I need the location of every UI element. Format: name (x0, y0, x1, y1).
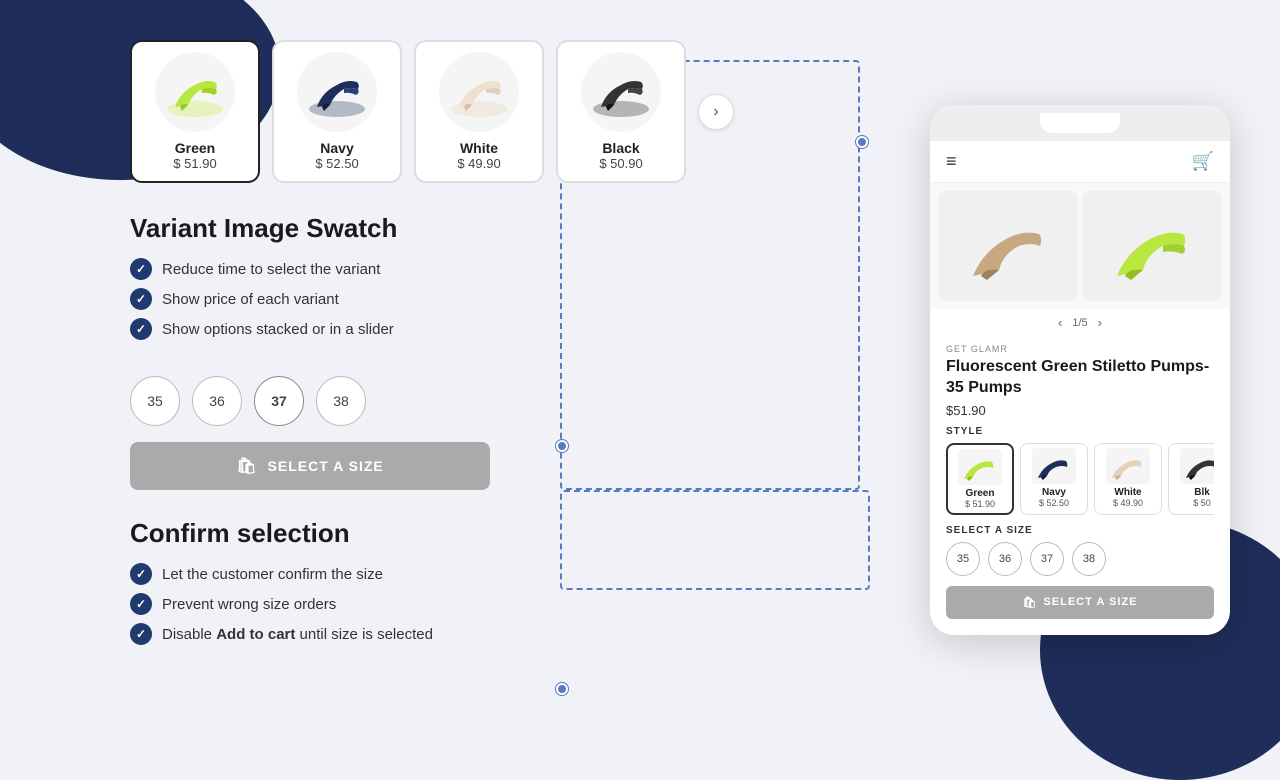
phone-size-label: SELECT A SIZE (946, 525, 1214, 536)
phone-swatch-black-img (1180, 448, 1214, 484)
swatch-black[interactable]: Black $ 50.90 (556, 40, 686, 183)
swatch-navy-price: $ 52.50 (288, 156, 386, 171)
phone-swatch-green[interactable]: Green $ 51.90 (946, 443, 1014, 515)
swatch-white[interactable]: White $ 49.90 (414, 40, 544, 183)
size-btn-36[interactable]: 36 (192, 376, 242, 426)
confirm-feature-text-2: Prevent wrong size orders (162, 596, 336, 613)
phone-pagination: ‹ 1/5 › (930, 309, 1230, 336)
feature-text-1: Reduce time to select the variant (162, 261, 380, 278)
phone-swatch-navy[interactable]: Navy $ 52.50 (1020, 443, 1088, 515)
swatch-white-image (439, 52, 519, 132)
size-btn-38[interactable]: 38 (316, 376, 366, 426)
phone-top-bar (930, 105, 1230, 141)
feature-text-3: Show options stacked or in a slider (162, 321, 394, 338)
phone-swatch-navy-name: Navy (1027, 487, 1081, 498)
confirm-feature-text-1: Let the customer confirm the size (162, 566, 383, 583)
confirm-feature-1: Let the customer confirm the size (130, 563, 850, 585)
phone-brand: GET GLAMR (946, 344, 1214, 354)
phone-swatch-navy-price: $ 52.50 (1027, 498, 1081, 508)
confirm-feature-text-3: Disable Add to cart until size is select… (162, 626, 433, 643)
swatch-black-price: $ 50.90 (572, 156, 670, 171)
feature-item-1: Reduce time to select the variant (130, 258, 850, 280)
swatch-black-name: Black (572, 140, 670, 156)
cart-icon[interactable]: 🛒 (1192, 151, 1214, 172)
phone-size-35[interactable]: 35 (946, 542, 980, 576)
phone-swatch-white-price: $ 49.90 (1101, 498, 1155, 508)
phone-sizes: 35 36 37 38 (946, 542, 1214, 576)
select-size-label: SELECT A SIZE (268, 458, 384, 474)
select-size-button[interactable]: 🛍 SELECT A SIZE (130, 442, 490, 490)
confirm-section-title: Confirm selection (130, 518, 850, 549)
swatch-white-price: $ 49.90 (430, 156, 528, 171)
phone-size-36[interactable]: 36 (988, 542, 1022, 576)
phone-mockup: ≡ 🛒 (930, 105, 1230, 635)
phone-swatch-green-name: Green (954, 488, 1006, 499)
phone-bag-icon: 🛍 (1022, 596, 1037, 609)
confirm-feature-2: Prevent wrong size orders (130, 593, 850, 615)
confirm-features: Let the customer confirm the size Preven… (130, 563, 850, 653)
prev-image-button[interactable]: ‹ (1058, 315, 1062, 330)
phone-product-images (930, 183, 1230, 309)
size-selector: 35 36 37 38 (130, 376, 850, 426)
phone-swatch-navy-img (1032, 448, 1076, 484)
swatches-row: Green $ 51.90 Navy $ 52.50 (130, 40, 850, 183)
check-icon-2 (130, 288, 152, 310)
phone-swatch-black-name: Blk (1175, 487, 1214, 498)
feature-item-2: Show price of each variant (130, 288, 850, 310)
phone-swatch-black-price: $ 50 (1175, 498, 1214, 508)
confirm-feature-3: Disable Add to cart until size is select… (130, 623, 850, 645)
phone-swatch-white[interactable]: White $ 49.90 (1094, 443, 1162, 515)
phone-select-label: SELECT A SIZE (1043, 596, 1137, 608)
swatch-navy[interactable]: Navy $ 52.50 (272, 40, 402, 183)
check-icon-4 (130, 563, 152, 585)
feature-item-3: Show options stacked or in a slider (130, 318, 850, 340)
check-icon-6 (130, 623, 152, 645)
phone-swatch-green-img (958, 449, 1002, 485)
feature-text-2: Show price of each variant (162, 291, 339, 308)
phone-style-label: STYLE (946, 426, 1214, 437)
phone-product-price: $51.90 (946, 403, 1214, 418)
phone-select-size-button[interactable]: 🛍 SELECT A SIZE (946, 586, 1214, 619)
swatch-white-name: White (430, 140, 528, 156)
swatch-green-name: Green (146, 140, 244, 156)
phone-swatch-black[interactable]: Blk $ 50 (1168, 443, 1214, 515)
swatch-green[interactable]: Green $ 51.90 (130, 40, 260, 183)
add-to-cart-bold: Add to cart (216, 626, 295, 643)
left-panel: Green $ 51.90 Navy $ 52.50 (0, 0, 900, 720)
pagination-text: 1/5 (1072, 317, 1087, 329)
swatch-green-price: $ 51.90 (146, 156, 244, 171)
phone-notch (1040, 113, 1120, 133)
variant-section-title: Variant Image Swatch (130, 213, 850, 244)
phone-product-name: Fluorescent Green Stiletto Pumps- 35 Pum… (946, 357, 1214, 399)
phone-size-38[interactable]: 38 (1072, 542, 1106, 576)
check-icon-1 (130, 258, 152, 280)
swatch-navy-name: Navy (288, 140, 386, 156)
next-image-button[interactable]: › (1098, 315, 1102, 330)
size-btn-35[interactable]: 35 (130, 376, 180, 426)
swatch-navy-image (297, 52, 377, 132)
phone-swatch-white-img (1106, 448, 1150, 484)
phone-header: ≡ 🛒 (930, 141, 1230, 183)
check-icon-3 (130, 318, 152, 340)
variant-features: Reduce time to select the variant Show p… (130, 258, 850, 348)
check-icon-5 (130, 593, 152, 615)
size-btn-37[interactable]: 37 (254, 376, 304, 426)
phone-image-1 (938, 191, 1078, 301)
phone-swatch-green-price: $ 51.90 (954, 499, 1006, 509)
phone-product-info: GET GLAMR Fluorescent Green Stiletto Pum… (930, 336, 1230, 635)
bag-icon: 🛍 (236, 456, 257, 476)
swatch-black-image (581, 52, 661, 132)
phone-size-37[interactable]: 37 (1030, 542, 1064, 576)
swatch-next-button[interactable]: › (698, 94, 734, 130)
phone-image-2 (1082, 191, 1222, 301)
right-panel: ≡ 🛒 (900, 0, 1280, 720)
swatch-green-image (155, 52, 235, 132)
phone-swatches-row: Green $ 51.90 Navy $ 52.50 (946, 443, 1214, 515)
hamburger-icon[interactable]: ≡ (946, 151, 957, 172)
phone-swatch-white-name: White (1101, 487, 1155, 498)
